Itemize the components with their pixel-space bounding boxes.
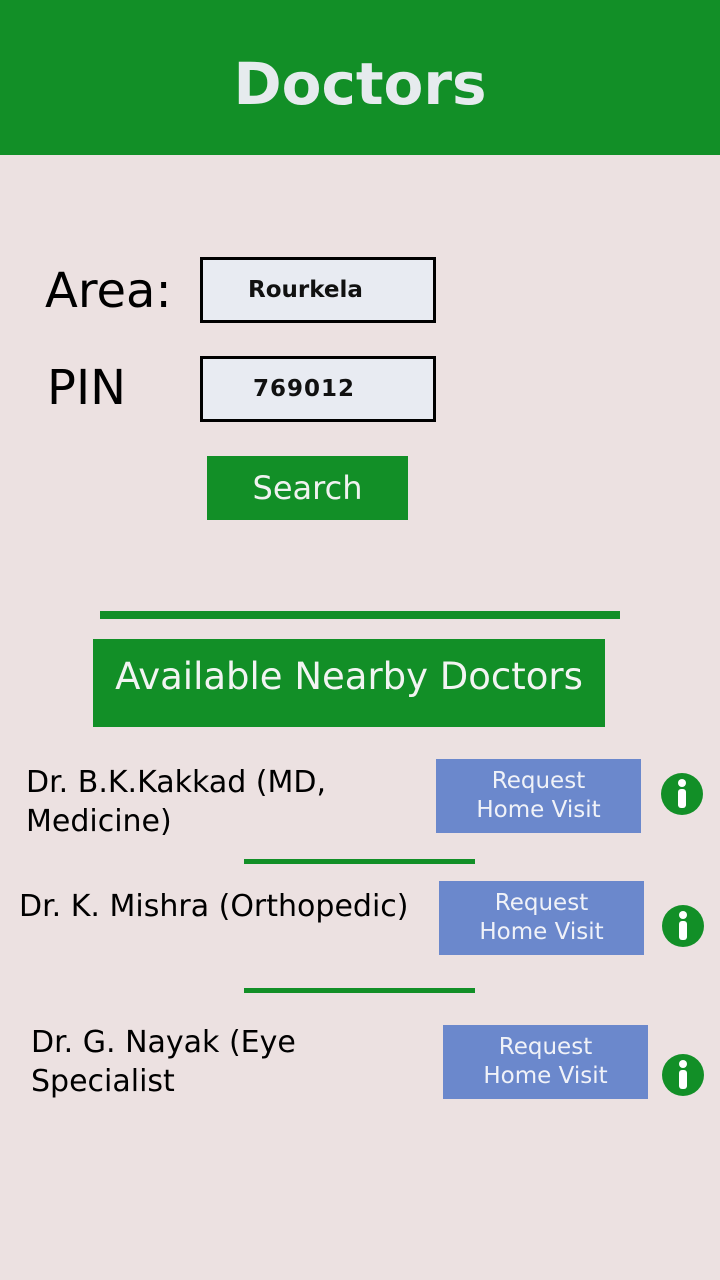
section-divider: [100, 611, 620, 619]
request-home-visit-button[interactable]: Request Home Visit: [443, 1025, 648, 1099]
request-home-visit-label: Request Home Visit: [483, 1034, 608, 1089]
doctor-name: Dr. G. Nayak (Eye Specialist: [31, 1025, 296, 1099]
request-home-visit-label: Request Home Visit: [479, 890, 604, 945]
page-title: Doctors: [233, 50, 487, 118]
pin-label: PIN: [47, 360, 127, 416]
info-icon[interactable]: [661, 773, 703, 815]
app-header: Doctors: [0, 0, 720, 155]
area-label: Area:: [45, 263, 172, 319]
request-home-visit-button[interactable]: Request Home Visit: [436, 759, 641, 833]
area-input[interactable]: [200, 257, 436, 323]
request-home-visit-button[interactable]: Request Home Visit: [439, 881, 644, 955]
doctor-name: Dr. K. Mishra (Orthopedic): [19, 889, 409, 924]
doctor-divider: [244, 988, 475, 993]
pin-input[interactable]: [200, 356, 436, 422]
search-button[interactable]: Search: [207, 456, 408, 520]
info-icon[interactable]: [662, 905, 704, 947]
available-doctors-heading: Available Nearby Doctors: [93, 639, 605, 727]
request-home-visit-label: Request Home Visit: [476, 768, 601, 823]
doctor-divider: [244, 859, 475, 864]
info-icon[interactable]: [662, 1054, 704, 1096]
doctor-name: Dr. B.K.Kakkad (MD, Medicine): [26, 765, 327, 839]
